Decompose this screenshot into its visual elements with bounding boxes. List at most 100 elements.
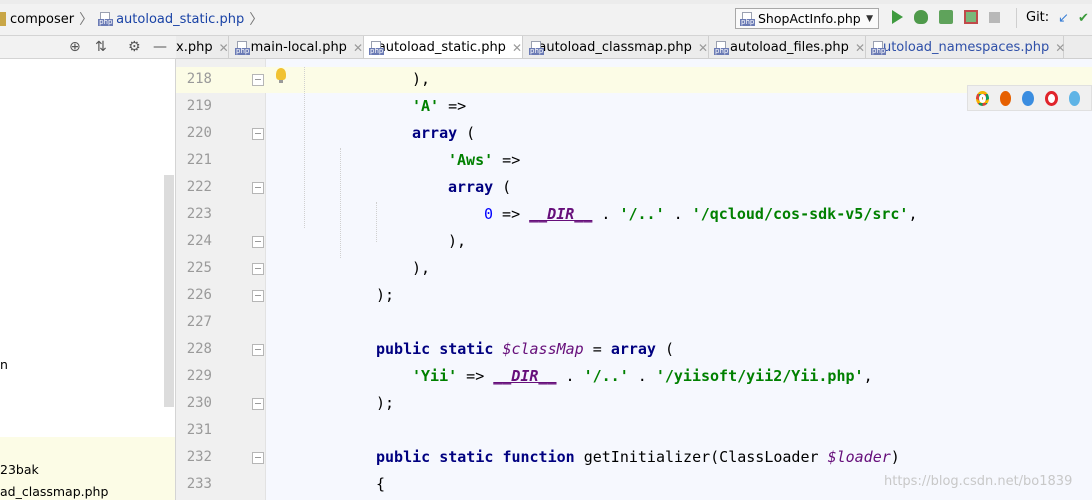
code-token: getInitializer(ClassLoader [574, 448, 828, 466]
tab-main-local[interactable]: php main-local.php ✕ [230, 36, 364, 58]
line-number: 218 [186, 71, 212, 87]
code-token: '/..' [583, 367, 629, 385]
tab-autoload-namespaces[interactable]: php autoload_namespaces.php ✕ [866, 36, 1065, 58]
code-token: $classMap [502, 340, 584, 358]
coverage-icon[interactable] [939, 10, 953, 24]
chrome-icon[interactable] [976, 90, 989, 106]
git-update-icon[interactable]: ↙ [1058, 11, 1069, 26]
fold-marker-icon[interactable] [252, 263, 264, 275]
code-line[interactable]: ), [412, 259, 430, 277]
code-token: => [457, 367, 494, 385]
stop-icon[interactable] [989, 12, 1000, 23]
gear-icon[interactable]: ⚙ [128, 39, 141, 55]
breadcrumb-item-file[interactable]: autoload_static.php [116, 12, 244, 27]
fold-marker-icon[interactable] [252, 236, 264, 248]
code-token: $loader [827, 448, 891, 466]
ie-icon[interactable] [1068, 90, 1080, 106]
run-icon[interactable] [892, 10, 903, 24]
close-icon[interactable]: ✕ [219, 41, 229, 55]
fold-marker-icon[interactable] [252, 128, 264, 140]
fold-marker-icon[interactable] [252, 452, 264, 464]
menu-strip [0, 0, 1092, 4]
fold-marker-icon[interactable] [252, 182, 264, 194]
tab-label: x.php [176, 40, 213, 55]
code-line[interactable]: 'A' => [412, 97, 466, 115]
tab-x-php[interactable]: x.php ✕ [176, 36, 229, 58]
lightbulb-icon[interactable] [276, 68, 286, 83]
line-number: 226 [186, 287, 212, 303]
close-icon[interactable]: ✕ [855, 41, 865, 55]
code-token: 'Aws' [448, 151, 494, 169]
code-line[interactable]: ), [412, 70, 430, 88]
code-token: ); [376, 286, 395, 304]
close-icon[interactable]: ✕ [698, 41, 708, 55]
php-file-icon: php [740, 11, 756, 26]
tree-item[interactable]: ad_classmap.php [0, 484, 108, 499]
code-line[interactable]: 'Aws' => [448, 151, 520, 169]
tree-item[interactable]: n [0, 357, 8, 372]
code-token: ) [890, 448, 900, 466]
code-editor[interactable] [266, 59, 1092, 500]
tab-label: autoload_namespaces.php [875, 40, 1050, 55]
code-token: static [439, 448, 494, 466]
code-line[interactable]: 0 => __DIR__ . '/..' . '/qcloud/cos-sdk-… [484, 205, 918, 223]
breadcrumb: composer 〉 php autoload_static.php 〉 [0, 9, 268, 29]
target-icon[interactable]: ⊕ [69, 39, 81, 55]
tab-autoload-files[interactable]: php autoload_files.php ✕ [709, 36, 866, 58]
php-file-icon: php [369, 40, 385, 55]
close-icon[interactable]: ✕ [1055, 41, 1065, 55]
git-label: Git: [1026, 10, 1050, 25]
line-number: 222 [186, 179, 212, 195]
fold-marker-icon[interactable] [252, 74, 264, 86]
profile-icon[interactable] [964, 10, 978, 24]
tab-label: autoload_static.php [377, 40, 506, 55]
code-token: '/qcloud/cos-sdk-v5/src' [691, 205, 909, 223]
hide-panel-icon[interactable]: — [153, 39, 167, 55]
git-commit-icon[interactable]: ✔ [1078, 11, 1089, 26]
php-file-icon: php [529, 40, 545, 55]
breadcrumb-separator: 〉 [79, 12, 94, 28]
code-line[interactable]: 'Yii' => __DIR__ . '/..' . '/yiisoft/yii… [412, 367, 873, 385]
code-token: function [502, 448, 575, 466]
close-icon[interactable]: ✕ [353, 41, 363, 55]
indent-guide [376, 202, 377, 242]
tree-item[interactable]: 23bak [0, 462, 39, 477]
fold-marker-icon[interactable] [252, 398, 264, 410]
code-token: . [628, 367, 656, 385]
watermark: https://blog.csdn.net/bo1839 [884, 474, 1073, 489]
tab-autoload-classmap[interactable]: php autoload_classmap.php ✕ [524, 36, 709, 58]
tab-autoload-static[interactable]: php autoload_static.php ✕ [364, 36, 523, 58]
current-line-highlight [176, 67, 1092, 93]
code-line[interactable]: array ( [448, 178, 511, 196]
collapse-all-icon[interactable]: ⇅ [95, 39, 107, 55]
code-line[interactable]: { [376, 475, 385, 493]
code-token: . [592, 205, 620, 223]
code-line[interactable]: ); [376, 286, 394, 304]
fold-marker-icon[interactable] [252, 344, 264, 356]
safari-icon[interactable] [1022, 90, 1034, 106]
line-number: 227 [186, 314, 212, 330]
tab-label: autoload_classmap.php [538, 40, 692, 55]
code-line[interactable]: array ( [412, 124, 475, 142]
fold-marker-icon[interactable] [252, 290, 264, 302]
indent-guide [340, 148, 341, 258]
run-configuration-select[interactable]: php ShopActInfo.php ▼ [735, 8, 879, 29]
code-line[interactable]: public static function getInitializer(Cl… [376, 448, 900, 466]
code-token: __DIR__ [493, 367, 557, 385]
opera-icon[interactable] [1044, 90, 1058, 106]
breadcrumb-item-composer[interactable]: composer [10, 12, 74, 27]
project-scrollbar[interactable] [164, 175, 174, 407]
line-number: 223 [186, 206, 212, 222]
tab-label: autoload_files.php [729, 40, 849, 55]
firefox-icon[interactable] [999, 90, 1012, 106]
close-icon[interactable]: ✕ [512, 41, 522, 55]
code-token: ), [448, 232, 467, 250]
breadcrumb-separator: 〉 [249, 12, 264, 28]
debug-icon[interactable] [914, 10, 928, 24]
line-number: 221 [186, 152, 212, 168]
run-configuration-label: ShopActInfo.php [758, 11, 861, 26]
code-line[interactable]: ); [376, 394, 394, 412]
code-line[interactable]: ), [448, 232, 466, 250]
code-line[interactable]: public static $classMap = array ( [376, 340, 674, 358]
